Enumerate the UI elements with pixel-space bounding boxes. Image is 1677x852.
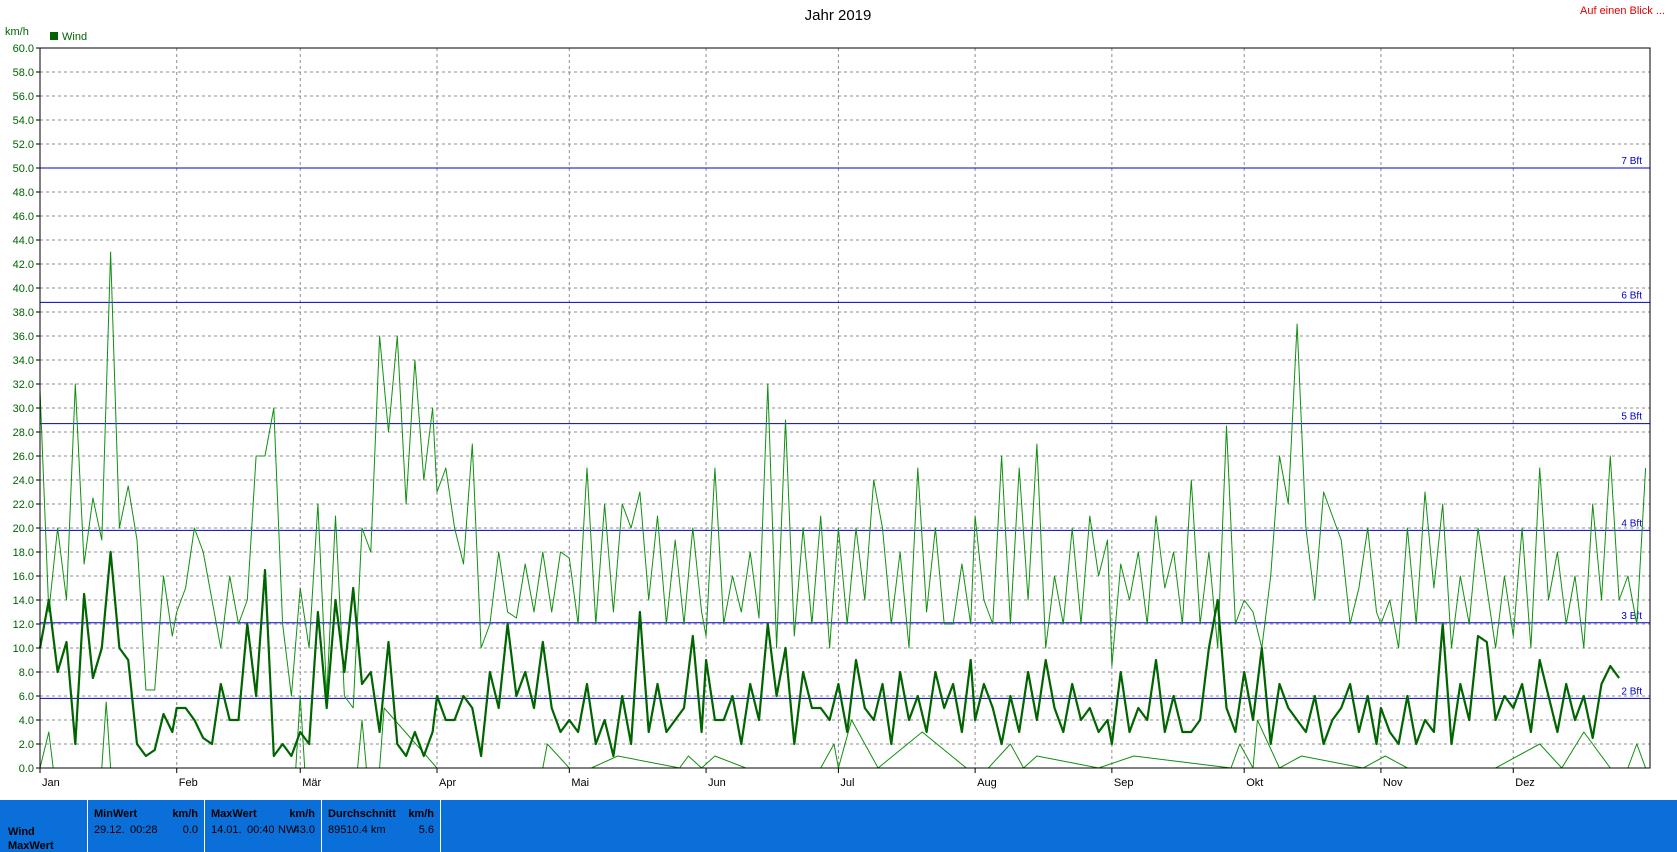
y-tick-label: 6.0 [19, 691, 34, 703]
beaufort-label: 6 Bft [1621, 290, 1642, 301]
y-tick-label: 26.0 [13, 451, 34, 463]
y-tick-label: 34.0 [13, 355, 34, 367]
stats-minwert: MinWert km/h 29.12. 00:28 0.0 [88, 800, 205, 852]
y-tick-label: 12.0 [13, 619, 34, 631]
stats-maxwert: MaxWert km/h 14.01. 00:40 NW 43.0 [205, 800, 322, 852]
y-tick-label: 16.0 [13, 571, 34, 583]
y-tick-label: 32.0 [13, 379, 34, 391]
x-tick-label: Apr [439, 777, 456, 789]
durchschnitt-unit: km/h [408, 808, 434, 820]
y-tick-label: 18.0 [13, 547, 34, 559]
x-tick-label: Mär [302, 777, 321, 789]
y-tick-label: 56.0 [13, 91, 34, 103]
beaufort-label: 3 Bft [1621, 611, 1642, 622]
beaufort-label: 4 Bft [1621, 518, 1642, 529]
y-tick-label: 50.0 [13, 163, 34, 175]
y-tick-label: 20.0 [13, 523, 34, 535]
durchschnitt-header: Durchschnitt [328, 808, 396, 820]
y-tick-label: 10.0 [13, 643, 34, 655]
stats-row-labels: Wind MaxWert [0, 800, 88, 852]
y-tick-label: 60.0 [13, 43, 34, 55]
y-tick-label: 4.0 [19, 715, 34, 727]
y-tick-label: 54.0 [13, 115, 34, 127]
chart-title: Jahr 2019 [805, 7, 872, 24]
y-tick-label: 8.0 [19, 667, 34, 679]
row-label-wind: Wind [8, 826, 35, 838]
y-tick-label: 36.0 [13, 331, 34, 343]
x-tick-label: Jan [42, 777, 60, 789]
x-axis-ticks: Jan Feb Mär Apr Mai Jun Jul Aug Sep Okt Nov Dez [39, 768, 1535, 789]
y-tick-label: 24.0 [13, 475, 34, 487]
series-line-average [38, 550, 1620, 758]
grid-lines [40, 48, 1650, 768]
legend-swatch [50, 32, 58, 40]
stats-bar: Wind MaxWert MinWert km/h 29.12. 00:28 0… [0, 800, 1677, 852]
minwert-unit: km/h [172, 808, 198, 820]
x-tick-label: Mai [571, 777, 589, 789]
overview-link[interactable]: Auf einen Blick ... [1580, 5, 1665, 17]
y-tick-label: 42.0 [13, 259, 34, 271]
y-tick-label: 46.0 [13, 211, 34, 223]
beaufort-label: 2 Bft [1621, 686, 1642, 697]
y-tick-label: 48.0 [13, 187, 34, 199]
x-tick-label: Jun [708, 777, 726, 789]
y-tick-label: 0.0 [19, 763, 34, 775]
maxwert-unit: km/h [289, 808, 315, 820]
beaufort-label: 7 Bft [1621, 156, 1642, 167]
minwert-header: MinWert [94, 808, 138, 820]
y-tick-label: 58.0 [13, 67, 34, 79]
y-axis-unit: km/h [5, 26, 29, 38]
beaufort-lines: 2 Bft 3 Bft 4 Bft 5 Bft 6 Bft 7 Bft [40, 156, 1650, 699]
wind-chart: Jahr 2019 km/h Wind 0.0 2.0 4.0 6.0 8.0 10.0 1… [5, 7, 1651, 789]
y-tick-label: 30.0 [13, 403, 34, 415]
y-tick-label: 52.0 [13, 139, 34, 151]
y-tick-label: 40.0 [13, 283, 34, 295]
durchschnitt-value: 5.6 [418, 824, 434, 836]
legend-label: Wind [62, 31, 87, 43]
minwert-time: 00:28 [130, 824, 158, 836]
y-tick-label: 22.0 [13, 499, 34, 511]
x-tick-label: Sep [1114, 777, 1134, 789]
x-tick-label: Okt [1246, 777, 1263, 789]
minwert-value: 0.0 [182, 824, 198, 836]
x-tick-label: Jul [840, 777, 854, 789]
y-tick-label: 38.0 [13, 307, 34, 319]
x-tick-label: Aug [977, 777, 997, 789]
maxwert-header: MaxWert [211, 808, 257, 820]
durchschnitt-distance: 89510.4 km [328, 824, 386, 836]
y-axis-ticks: 0.0 2.0 4.0 6.0 8.0 10.0 12.0 14.0 16.0 18.0 20.0 2… [13, 43, 40, 775]
y-tick-label: 44.0 [13, 235, 34, 247]
x-tick-label: Feb [179, 777, 198, 789]
series-lines [38, 251, 1647, 769]
y-tick-label: 28.0 [13, 427, 34, 439]
stats-durchschnitt: Durchschnitt km/h 89510.4 km 5.6 [322, 800, 441, 852]
minwert-date: 29.12. [94, 824, 125, 836]
beaufort-label: 5 Bft [1621, 412, 1642, 423]
maxwert-time: 00:40 [247, 824, 275, 836]
maxwert-value: 43.0 [293, 824, 315, 836]
x-tick-label: Dez [1515, 777, 1535, 789]
y-tick-label: 14.0 [13, 595, 34, 607]
y-tick-label: 2.0 [19, 739, 34, 751]
maxwert-date: 14.01. [211, 824, 242, 836]
row-label-maxwert: MaxWert [8, 840, 54, 852]
x-tick-label: Nov [1383, 777, 1403, 789]
